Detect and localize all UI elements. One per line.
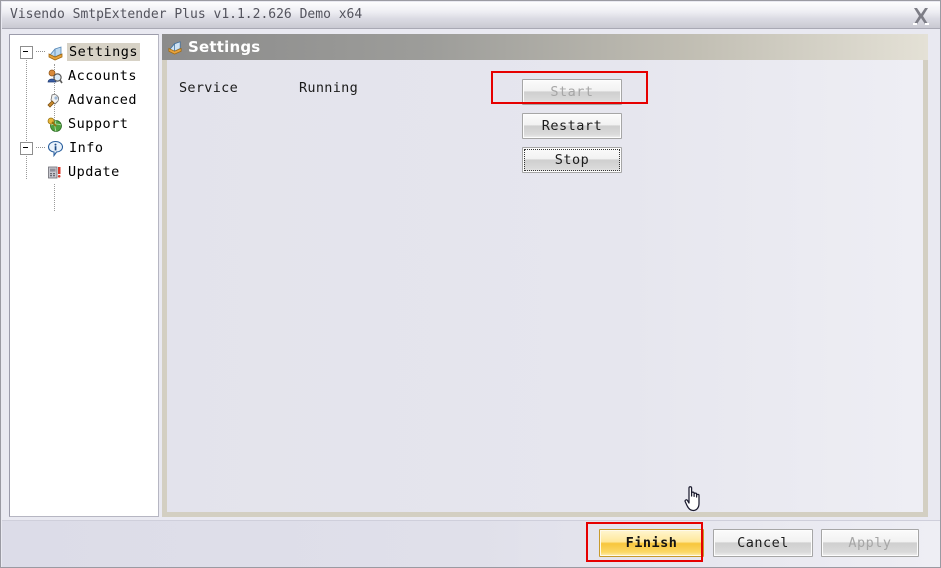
- window-titlebar: Visendo SmtpExtender Plus v1.1.2.626 Dem…: [2, 2, 940, 29]
- tree-connector-line: [54, 184, 55, 211]
- support-globe-icon: [46, 116, 63, 133]
- update-icon: [46, 164, 63, 181]
- window-title: Visendo SmtpExtender Plus v1.1.2.626 Dem…: [10, 7, 363, 22]
- book-icon: [47, 44, 64, 61]
- sidebar-item-label: Accounts: [68, 68, 138, 84]
- restart-service-button[interactable]: Restart: [522, 113, 622, 139]
- sidebar-item-info[interactable]: Info: [10, 136, 158, 160]
- sidebar-item-accounts[interactable]: Accounts: [10, 64, 158, 88]
- info-icon: [47, 140, 64, 157]
- navigation-tree: Settings Accounts Advanced Support Info …: [10, 35, 158, 211]
- sidebar-item-label: Update: [68, 164, 120, 180]
- tree-dot-connector: [36, 51, 45, 53]
- sidebar-item-label: Support: [68, 116, 129, 132]
- content-header-title: Settings: [188, 38, 261, 56]
- tree-expander-minus-icon[interactable]: [20, 45, 33, 59]
- sidebar-item-label: Advanced: [68, 92, 138, 108]
- service-label: Service: [179, 80, 238, 96]
- advanced-wrench-icon: [46, 92, 63, 109]
- sidebar-item-update[interactable]: Update: [10, 160, 158, 184]
- sidebar-item-advanced[interactable]: Advanced: [10, 88, 158, 112]
- tree-expander-minus-icon[interactable]: [20, 141, 33, 155]
- content-body: Service Running Start Restart Stop: [167, 60, 923, 512]
- dialog-footer: Finish Cancel Apply: [2, 520, 940, 567]
- accounts-icon: [46, 68, 63, 85]
- apply-button[interactable]: Apply: [821, 529, 919, 557]
- sidebar-item-settings[interactable]: Settings: [10, 40, 158, 64]
- finish-button[interactable]: Finish: [599, 529, 704, 557]
- stop-service-button[interactable]: Stop: [522, 147, 622, 173]
- sidebar-item-support[interactable]: Support: [10, 112, 158, 136]
- tree-dot-connector: [36, 147, 45, 149]
- service-status-value: Running: [299, 80, 358, 96]
- close-icon[interactable]: [907, 3, 935, 28]
- start-service-button[interactable]: Start: [522, 79, 622, 105]
- sidebar-item-label: Info: [69, 140, 104, 156]
- navigation-tree-panel[interactable]: Settings Accounts Advanced Support Info …: [9, 34, 159, 517]
- application-window: Visendo SmtpExtender Plus v1.1.2.626 Dem…: [0, 0, 941, 568]
- sidebar-item-label: Settings: [67, 43, 141, 61]
- cancel-button[interactable]: Cancel: [713, 529, 813, 557]
- book-icon: [167, 39, 183, 55]
- content-header: Settings: [162, 34, 928, 60]
